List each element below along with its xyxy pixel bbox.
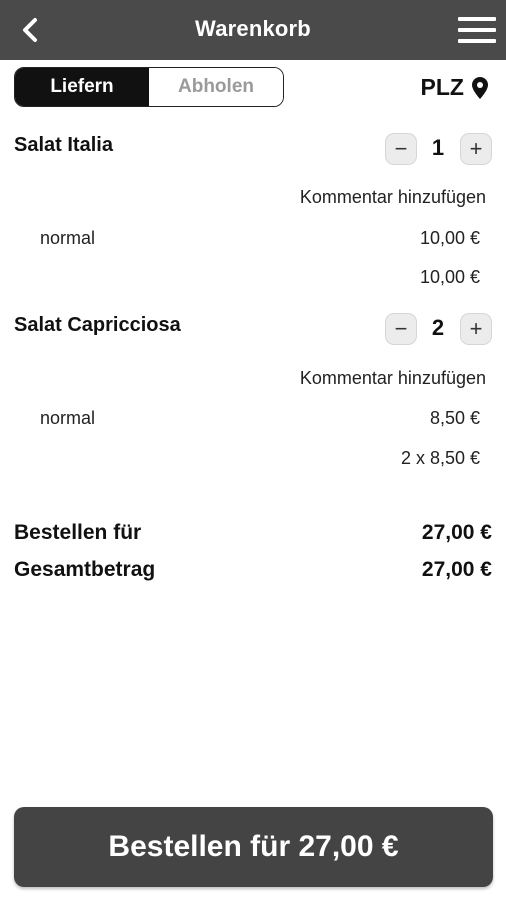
item-option-price: 10,00 € <box>419 228 480 248</box>
item-name: Salat Capricciosa <box>14 314 181 336</box>
order-for-value: 27,00 € <box>421 521 492 544</box>
item-name: Salat Italia <box>14 134 113 156</box>
plus-icon: + <box>469 316 483 341</box>
place-order-button[interactable]: Bestellen für 27,00 € <box>14 807 493 887</box>
total-value: 27,00 € <box>421 558 492 581</box>
hamburger-line <box>458 39 496 43</box>
total-label: Gesamtbetrag <box>14 558 156 581</box>
map-pin-icon <box>472 76 488 99</box>
order-for-label: Bestellen für <box>14 521 142 544</box>
hamburger-line <box>458 28 496 32</box>
increase-quantity-button[interactable]: + <box>460 313 492 345</box>
item-option: normal <box>40 228 96 248</box>
increase-quantity-button[interactable]: + <box>460 133 492 165</box>
add-comment-link[interactable]: Kommentar hinzufügen <box>300 368 486 389</box>
item-quantity: 1 <box>431 135 445 160</box>
item-line-total: 2 x 8,50 € <box>400 448 480 468</box>
add-comment-link[interactable]: Kommentar hinzufügen <box>300 187 486 208</box>
delivery-option-liefern[interactable]: Liefern <box>15 68 149 106</box>
postal-code-selector[interactable]: PLZ <box>421 74 488 101</box>
delivery-mode-toggle: Liefern Abholen <box>14 67 284 107</box>
item-quantity: 2 <box>431 315 445 340</box>
place-order-label: Bestellen für 27,00 € <box>108 830 399 863</box>
plus-icon: + <box>469 136 483 161</box>
app-header: Warenkorb <box>0 0 506 60</box>
minus-icon: − <box>394 316 408 341</box>
menu-button[interactable] <box>458 15 496 45</box>
postal-code-label: PLZ <box>420 74 464 100</box>
delivery-option-abholen[interactable]: Abholen <box>149 68 283 106</box>
decrease-quantity-button[interactable]: − <box>385 313 417 345</box>
item-option-price: 8,50 € <box>429 408 480 428</box>
decrease-quantity-button[interactable]: − <box>385 133 417 165</box>
item-option: normal <box>40 408 96 428</box>
item-line-total: 10,00 € <box>419 267 480 287</box>
hamburger-menu-icon <box>458 17 496 21</box>
page-title: Warenkorb <box>195 16 311 41</box>
minus-icon: − <box>394 136 408 161</box>
